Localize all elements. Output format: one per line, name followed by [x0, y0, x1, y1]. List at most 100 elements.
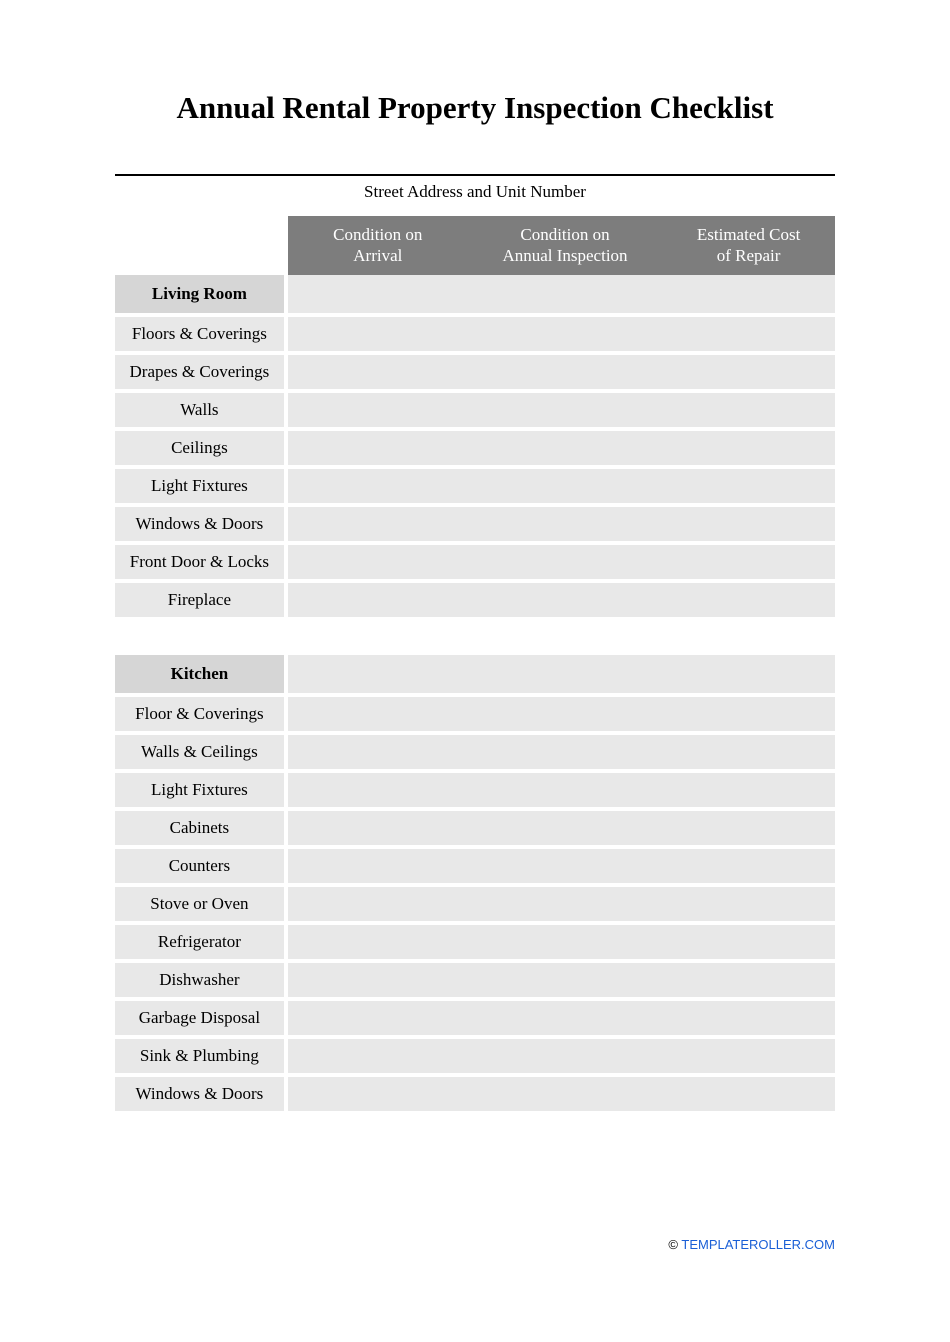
cell-input[interactable] — [662, 959, 835, 997]
cell-input[interactable] — [468, 883, 662, 921]
cell-input[interactable] — [288, 1073, 468, 1111]
cell-input[interactable] — [662, 1035, 835, 1073]
col-header-annual: Condition onAnnual Inspection — [468, 216, 662, 275]
cell-input[interactable] — [662, 921, 835, 959]
row-label: Floors & Coverings — [115, 313, 288, 351]
cell-input[interactable] — [288, 845, 468, 883]
row-label: Cabinets — [115, 807, 288, 845]
row-label: Garbage Disposal — [115, 997, 288, 1035]
table-row: Sink & Plumbing — [115, 1035, 835, 1073]
table-row: Windows & Doors — [115, 503, 835, 541]
table-row: Refrigerator — [115, 921, 835, 959]
cell-input[interactable] — [288, 427, 468, 465]
table-row: Windows & Doors — [115, 1073, 835, 1111]
cell-input[interactable] — [468, 959, 662, 997]
table-row: Drapes & Coverings — [115, 351, 835, 389]
cell-input[interactable] — [288, 503, 468, 541]
section-header-row: Living Room — [115, 275, 835, 313]
cell-input[interactable] — [288, 313, 468, 351]
cell-input[interactable] — [468, 313, 662, 351]
cell-input[interactable] — [288, 1035, 468, 1073]
table-row: Stove or Oven — [115, 883, 835, 921]
row-label: Dishwasher — [115, 959, 288, 997]
address-caption: Street Address and Unit Number — [115, 182, 835, 202]
row-label: Refrigerator — [115, 921, 288, 959]
cell-input[interactable] — [662, 769, 835, 807]
cell-input[interactable] — [288, 731, 468, 769]
section-header-cells[interactable] — [288, 275, 835, 313]
cell-input[interactable] — [288, 883, 468, 921]
cell-input[interactable] — [662, 579, 835, 617]
footer: © TEMPLATEROLLER.COM — [668, 1237, 835, 1252]
cell-input[interactable] — [288, 351, 468, 389]
cell-input[interactable] — [288, 997, 468, 1035]
address-input-line[interactable] — [115, 174, 835, 176]
cell-input[interactable] — [662, 807, 835, 845]
cell-input[interactable] — [662, 389, 835, 427]
cell-input[interactable] — [662, 693, 835, 731]
col-header-empty — [115, 216, 288, 275]
cell-input[interactable] — [468, 807, 662, 845]
cell-input[interactable] — [468, 465, 662, 503]
cell-input[interactable] — [468, 389, 662, 427]
cell-input[interactable] — [288, 541, 468, 579]
inspection-table: Condition onArrival Condition onAnnual I… — [115, 216, 835, 1111]
cell-input[interactable] — [468, 1035, 662, 1073]
table-row: Dishwasher — [115, 959, 835, 997]
row-label: Drapes & Coverings — [115, 351, 288, 389]
table-row: Walls — [115, 389, 835, 427]
cell-input[interactable] — [468, 731, 662, 769]
row-label: Front Door & Locks — [115, 541, 288, 579]
cell-input[interactable] — [468, 845, 662, 883]
footer-link[interactable]: TEMPLATEROLLER.COM — [681, 1237, 835, 1252]
table-row: Fireplace — [115, 579, 835, 617]
cell-input[interactable] — [288, 807, 468, 845]
table-row: Front Door & Locks — [115, 541, 835, 579]
cell-input[interactable] — [468, 579, 662, 617]
cell-input[interactable] — [662, 883, 835, 921]
table-header-row: Condition onArrival Condition onAnnual I… — [115, 216, 835, 275]
cell-input[interactable] — [468, 503, 662, 541]
row-label: Light Fixtures — [115, 465, 288, 503]
cell-input[interactable] — [468, 921, 662, 959]
table-row: Garbage Disposal — [115, 997, 835, 1035]
cell-input[interactable] — [662, 465, 835, 503]
cell-input[interactable] — [662, 1073, 835, 1111]
cell-input[interactable] — [288, 769, 468, 807]
section-header-label: Kitchen — [115, 655, 288, 693]
cell-input[interactable] — [662, 503, 835, 541]
cell-input[interactable] — [288, 693, 468, 731]
col-header-cost: Estimated Costof Repair — [662, 216, 835, 275]
cell-input[interactable] — [288, 389, 468, 427]
cell-input[interactable] — [662, 997, 835, 1035]
row-label: Windows & Doors — [115, 1073, 288, 1111]
cell-input[interactable] — [468, 1073, 662, 1111]
table-row: Counters — [115, 845, 835, 883]
cell-input[interactable] — [468, 693, 662, 731]
section-header-cells[interactable] — [288, 655, 835, 693]
row-label: Floor & Coverings — [115, 693, 288, 731]
row-label: Walls & Ceilings — [115, 731, 288, 769]
cell-input[interactable] — [288, 579, 468, 617]
cell-input[interactable] — [662, 731, 835, 769]
table-row: Walls & Ceilings — [115, 731, 835, 769]
cell-input[interactable] — [468, 769, 662, 807]
cell-input[interactable] — [468, 997, 662, 1035]
row-label: Light Fixtures — [115, 769, 288, 807]
cell-input[interactable] — [662, 313, 835, 351]
cell-input[interactable] — [662, 845, 835, 883]
table-row: Light Fixtures — [115, 465, 835, 503]
row-label: Counters — [115, 845, 288, 883]
row-label: Stove or Oven — [115, 883, 288, 921]
cell-input[interactable] — [468, 427, 662, 465]
table-row: Light Fixtures — [115, 769, 835, 807]
cell-input[interactable] — [662, 427, 835, 465]
cell-input[interactable] — [662, 351, 835, 389]
cell-input[interactable] — [288, 959, 468, 997]
table-spacer — [115, 617, 835, 655]
cell-input[interactable] — [468, 351, 662, 389]
cell-input[interactable] — [662, 541, 835, 579]
cell-input[interactable] — [288, 465, 468, 503]
cell-input[interactable] — [288, 921, 468, 959]
cell-input[interactable] — [468, 541, 662, 579]
